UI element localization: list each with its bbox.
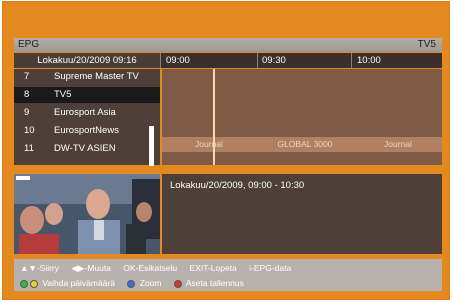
channel-item[interactable]: 10 EurosportNews xyxy=(14,123,160,139)
program-info-panel: Lokakuu/20/2009, 09:00 - 10:30 xyxy=(162,174,442,254)
green-key-icon xyxy=(20,279,28,288)
channel-item-selected[interactable]: 8 TV5 xyxy=(14,87,160,103)
help-swap-date: Vaihda päivämäärä xyxy=(42,278,115,288)
channel-item[interactable]: 11 DW-TV ASIEN xyxy=(14,141,160,157)
channel-number: 9 xyxy=(24,107,30,118)
preview-image xyxy=(14,174,160,254)
help-exit: EXIT-Lopeta xyxy=(189,263,237,273)
channel-item[interactable]: 7 Supreme Master TV xyxy=(14,69,160,85)
program-row[interactable]: Journal GLOBAL 3000 Journal xyxy=(162,137,442,152)
current-time-line xyxy=(213,69,215,165)
help-row: Vaihda päivämäärä Zoom Aseta tallennus xyxy=(20,276,244,290)
help-row: ▲▼-Siirry ◀▶-Muuta OK-Esikatselu EXIT-Lo… xyxy=(20,261,291,275)
program-time: Lokakuu/20/2009, 09:00 - 10:30 xyxy=(170,180,305,191)
yellow-key-icon xyxy=(30,279,38,288)
help-preview: OK-Esikatselu xyxy=(123,263,178,273)
timeline-divider xyxy=(351,53,352,68)
help-change: ◀▶-Muuta xyxy=(71,263,111,273)
channel-scrollbar[interactable] xyxy=(149,126,154,166)
channel-name: TV5 xyxy=(54,89,72,100)
blue-key-icon xyxy=(127,279,136,288)
channel-name: Eurosport Asia xyxy=(54,107,116,118)
channel-list[interactable]: 7 Supreme Master TV 8 TV5 9 Eurosport As… xyxy=(14,69,160,165)
channel-name: Supreme Master TV xyxy=(54,71,139,82)
timeline-row: Lokakuu/20/2009 09:16 09:00 09:30 10:00 xyxy=(14,53,442,68)
timeline-slot: 09:00 xyxy=(166,55,190,66)
channel-number: 8 xyxy=(24,89,30,100)
program-cell[interactable]: Journal xyxy=(354,137,442,152)
timeline-slot: 09:30 xyxy=(262,55,286,66)
screen: EPG TV5 Lokakuu/20/2009 09:16 09:00 09:3… xyxy=(0,0,453,302)
red-key-icon xyxy=(173,279,182,288)
program-cell[interactable]: GLOBAL 3000 xyxy=(258,137,352,152)
help-record: Aseta tallennus xyxy=(185,278,244,288)
epg-header: EPG TV5 xyxy=(14,38,442,52)
timeline-divider xyxy=(160,53,161,68)
video-preview xyxy=(14,174,160,254)
channel-number: 11 xyxy=(24,143,34,154)
channel-item[interactable]: 9 Eurosport Asia xyxy=(14,105,160,121)
date-label: Lokakuu/20/2009 09:16 xyxy=(14,53,160,68)
channel-name: EurosportNews xyxy=(54,125,119,136)
program-grid[interactable]: Journal GLOBAL 3000 Journal xyxy=(162,69,442,165)
help-zoom: Zoom xyxy=(139,278,162,288)
channel-name: DW-TV ASIEN xyxy=(54,143,116,154)
help-epg-data: i-EPG-data xyxy=(249,263,292,273)
timeline-slot: 10:00 xyxy=(357,55,381,66)
program-cell[interactable]: Journal xyxy=(162,137,256,152)
help-bar: ▲▼-Siirry ◀▶-Muuta OK-Esikatselu EXIT-Lo… xyxy=(14,259,442,291)
help-navigate: ▲▼-Siirry xyxy=(20,263,60,273)
epg-title: EPG xyxy=(18,39,40,50)
channel-number: 7 xyxy=(24,71,30,82)
channel-number: 10 xyxy=(24,125,35,136)
current-channel: TV5 xyxy=(417,39,436,50)
